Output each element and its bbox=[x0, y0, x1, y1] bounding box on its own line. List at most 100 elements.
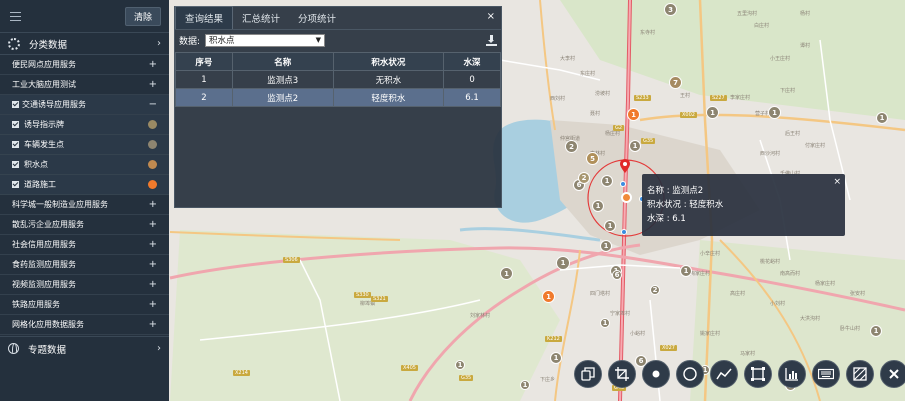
cluster-marker[interactable]: 1 bbox=[876, 112, 888, 124]
chart-icon[interactable] bbox=[778, 360, 806, 388]
sidebar-item[interactable]: 食药监测应用服务 + bbox=[0, 255, 169, 275]
cluster-marker[interactable]: 1 bbox=[520, 380, 530, 390]
sidebar-item[interactable]: 视频监测应用服务 + bbox=[0, 275, 169, 295]
map-place-label: 五里沟村 bbox=[737, 11, 758, 17]
map-place-label: 谭村 bbox=[800, 43, 811, 49]
query-result-panel: 查询结果 汇总统计 分项统计 × 数据: 积水点 ▼ 序号 名称 积水状况 水深… bbox=[174, 6, 502, 208]
polyline-icon[interactable] bbox=[710, 360, 738, 388]
cluster-marker[interactable]: 1 bbox=[600, 240, 612, 252]
tab-item-stats[interactable]: 分项统计 bbox=[289, 6, 345, 29]
download-icon[interactable] bbox=[486, 34, 497, 46]
water-point-marker[interactable] bbox=[621, 192, 632, 203]
water-point-marker[interactable] bbox=[620, 181, 626, 187]
globe-icon bbox=[8, 343, 19, 354]
expand-icon[interactable]: + bbox=[149, 299, 157, 310]
close-icon[interactable]: × bbox=[833, 175, 841, 189]
sidebar-item[interactable]: 科学城一般制造业应用服务 + bbox=[0, 195, 169, 215]
map-place-label: 卧牛山村 bbox=[840, 326, 861, 332]
cell-depth: 0 bbox=[443, 70, 501, 89]
cluster-marker[interactable]: 1 bbox=[627, 108, 640, 121]
sidebar-item[interactable]: 散乱污企业应用服务 + bbox=[0, 215, 169, 235]
table-row[interactable]: 1 监测点3 无积水 0 bbox=[175, 70, 501, 89]
expand-icon[interactable]: + bbox=[149, 219, 157, 230]
cluster-marker[interactable]: 1 bbox=[706, 106, 719, 119]
sidebar-subitem[interactable]: 积水点 bbox=[0, 155, 169, 175]
checkbox[interactable] bbox=[12, 141, 19, 148]
category-data-section[interactable]: 分类数据 › bbox=[0, 33, 169, 55]
circle-icon[interactable] bbox=[676, 360, 704, 388]
sidebar-item[interactable]: 网格化应用数据服务 + bbox=[0, 315, 169, 335]
cluster-marker[interactable]: 1 bbox=[455, 360, 465, 370]
cluster-marker[interactable]: 1 bbox=[592, 200, 604, 212]
tab-summary-stats[interactable]: 汇总统计 bbox=[233, 6, 289, 29]
copy-icon[interactable] bbox=[574, 360, 602, 388]
tab-query-results[interactable]: 查询结果 bbox=[175, 6, 234, 29]
cluster-marker[interactable]: 6 bbox=[612, 270, 622, 280]
checkbox[interactable] bbox=[12, 181, 19, 188]
panel-tabs: 查询结果 汇总统计 分项统计 × bbox=[175, 6, 501, 30]
keyboard-icon[interactable] bbox=[812, 360, 840, 388]
cluster-marker[interactable]: 2 bbox=[650, 285, 660, 295]
sidebar-item[interactable]: 社会信用应用服务 + bbox=[0, 235, 169, 255]
table-row[interactable]: 2 监测点2 轻度积水 6.1 bbox=[175, 88, 501, 107]
expand-icon[interactable]: + bbox=[149, 59, 157, 70]
checkbox[interactable] bbox=[12, 161, 19, 168]
collapse-icon[interactable]: − bbox=[149, 99, 157, 110]
map-place-label: 后王村 bbox=[785, 131, 801, 137]
cluster-marker[interactable]: 1 bbox=[680, 265, 692, 277]
menu-icon[interactable] bbox=[10, 11, 21, 21]
expand-icon[interactable]: + bbox=[149, 79, 157, 90]
sidebar-item[interactable]: 铁路应用服务 + bbox=[0, 295, 169, 315]
cluster-marker[interactable]: 1 bbox=[500, 267, 513, 280]
map-place-label: 陶家庄村 bbox=[690, 271, 711, 277]
map-place-label: 桃花峪村 bbox=[760, 259, 781, 265]
cluster-marker[interactable]: 2 bbox=[578, 172, 590, 184]
road-sign: G35 bbox=[641, 138, 656, 144]
cluster-marker[interactable]: 5 bbox=[586, 152, 599, 165]
map-place-label: 涝坡村 bbox=[595, 91, 611, 97]
close-icon[interactable] bbox=[880, 360, 905, 388]
checkbox[interactable] bbox=[12, 121, 19, 128]
cluster-marker[interactable]: 1 bbox=[600, 318, 610, 328]
cluster-marker[interactable]: 7 bbox=[669, 76, 682, 89]
clear-button[interactable]: 清除 bbox=[124, 6, 161, 26]
special-data-section[interactable]: 专题数据 › bbox=[0, 336, 169, 360]
road-sign: S321 bbox=[371, 296, 388, 302]
cluster-marker[interactable]: 1 bbox=[604, 220, 616, 232]
dataset-select[interactable]: 积水点 ▼ bbox=[205, 33, 326, 47]
cluster-marker[interactable]: 1 bbox=[870, 325, 882, 337]
checkbox[interactable] bbox=[12, 101, 19, 108]
cell-index: 1 bbox=[175, 70, 233, 89]
close-icon[interactable]: × bbox=[487, 11, 495, 22]
cluster-marker[interactable]: 1 bbox=[550, 352, 562, 364]
cluster-marker[interactable]: 2 bbox=[565, 140, 578, 153]
cluster-marker[interactable]: 1 bbox=[542, 290, 555, 303]
cluster-marker[interactable]: 1 bbox=[629, 140, 641, 152]
cluster-marker[interactable]: 1 bbox=[601, 175, 613, 187]
sidebar-subitem[interactable]: 车辆发生点 bbox=[0, 135, 169, 155]
hatch-icon[interactable] bbox=[846, 360, 874, 388]
cell-name: 监测点3 bbox=[231, 70, 334, 89]
expand-icon[interactable]: + bbox=[149, 259, 157, 270]
dataset-row: 数据: 积水点 ▼ bbox=[175, 30, 501, 50]
expand-icon[interactable]: + bbox=[149, 239, 157, 250]
cluster-marker[interactable]: 1 bbox=[768, 106, 781, 119]
sidebar-item[interactable]: 工业大脑应用测试 + bbox=[0, 75, 169, 95]
sidebar-item[interactable]: 便民网点应用服务 + bbox=[0, 55, 169, 75]
cluster-marker[interactable]: 3 bbox=[664, 3, 677, 16]
point-icon[interactable] bbox=[642, 360, 670, 388]
sidebar-subitem[interactable]: 道路施工 bbox=[0, 175, 169, 195]
map-place-label: 小峪村 bbox=[630, 331, 646, 337]
gear-icon bbox=[8, 37, 20, 50]
expand-icon[interactable]: + bbox=[149, 279, 157, 290]
sidebar-item[interactable]: 交通诱导应用服务 − bbox=[0, 95, 169, 115]
cluster-marker[interactable]: 1 bbox=[556, 256, 570, 270]
location-pin-icon[interactable] bbox=[620, 159, 630, 173]
water-point-marker[interactable] bbox=[621, 229, 627, 235]
result-table: 序号 名称 积水状况 水深 1 监测点3 无积水 0 2 监测点2 轻度积水 6… bbox=[175, 52, 501, 107]
sidebar-subitem[interactable]: 诱导指示牌 bbox=[0, 115, 169, 135]
rectangle-icon[interactable] bbox=[744, 360, 772, 388]
expand-icon[interactable]: + bbox=[149, 199, 157, 210]
expand-icon[interactable]: + bbox=[149, 319, 157, 330]
crop-icon[interactable] bbox=[608, 360, 636, 388]
